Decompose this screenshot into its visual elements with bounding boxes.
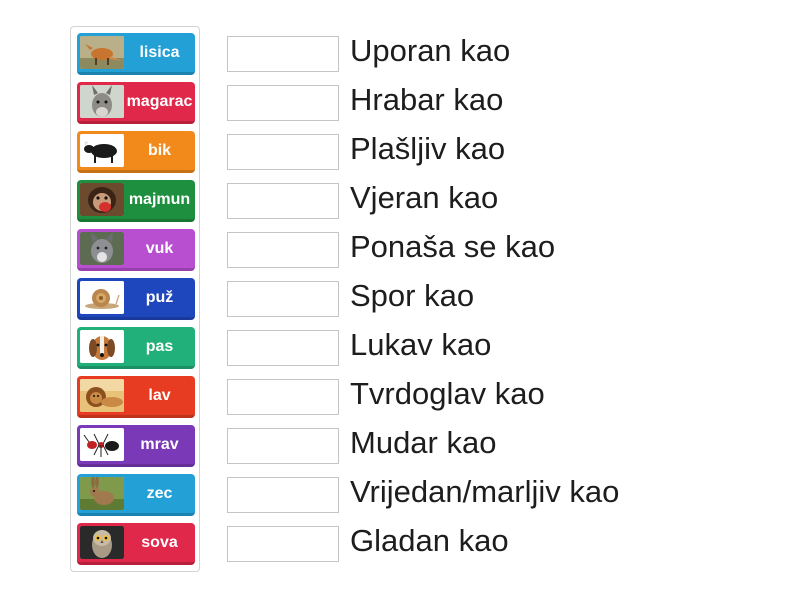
tile-bik[interactable]: bik [77,131,195,173]
ant-photo [80,428,124,461]
tile-zec[interactable]: zec [77,474,195,516]
tile-label: lav [148,386,171,404]
drop-box-9[interactable] [227,428,339,464]
tile-majmun[interactable]: majmun [77,180,195,222]
tile-label: bik [147,141,172,159]
tile-label: magarac [126,92,193,110]
phrase-9: Mudar kao [350,425,497,460]
owl-photo [80,526,124,559]
drop-box-10[interactable] [227,477,339,513]
drop-box-3[interactable] [227,134,339,170]
tile-label: majmun [128,190,191,208]
tile-label: mrav [140,435,179,453]
tile-label: zec [146,484,173,502]
tile-label: sova [141,533,178,551]
donkey-photo [80,85,124,118]
drop-box-8[interactable] [227,379,339,415]
tile-puz[interactable]: puž [77,278,195,320]
rabbit-photo [80,477,124,510]
tile-lisica[interactable]: lisica [77,33,195,75]
drop-box-7[interactable] [227,330,339,366]
phrase-7: Lukav kao [350,327,492,362]
tile-magarac[interactable]: magarac [77,82,195,124]
phrase-10: Vrijedan/marljiv kao [350,474,620,509]
drop-box-1[interactable] [227,36,339,72]
tile-mrav[interactable]: mrav [77,425,195,467]
phrase-6: Spor kao [350,278,475,313]
tile-label: lisica [139,43,180,61]
tile-label: pas [145,337,174,355]
fox-photo [80,36,124,69]
phrase-4: Vjeran kao [350,180,499,215]
bull-photo [80,134,124,167]
drop-box-11[interactable] [227,526,339,562]
tile-label: vuk [145,239,174,257]
tile-sova[interactable]: sova [77,523,195,565]
drop-box-4[interactable] [227,183,339,219]
wolf-photo [80,232,124,265]
tile-pas[interactable]: pas [77,327,195,369]
monkey-photo [80,183,124,216]
answer-palette: lisica magarac bik majmun vuk puž pas la… [70,26,200,572]
phrase-1: Uporan kao [350,33,511,68]
drop-box-5[interactable] [227,232,339,268]
phrase-11: Gladan kao [350,523,509,558]
phrase-3: Plašljiv kao [350,131,506,166]
phrase-5: Ponaša se kao [350,229,556,264]
drop-box-2[interactable] [227,85,339,121]
snail-photo [80,281,124,314]
drop-box-6[interactable] [227,281,339,317]
phrase-2: Hrabar kao [350,82,504,117]
lion-photo [80,379,124,412]
tile-vuk[interactable]: vuk [77,229,195,271]
tile-label: puž [145,288,174,306]
tile-lav[interactable]: lav [77,376,195,418]
dog-photo [80,330,124,363]
phrase-8: Tvrdoglav kao [350,376,545,411]
